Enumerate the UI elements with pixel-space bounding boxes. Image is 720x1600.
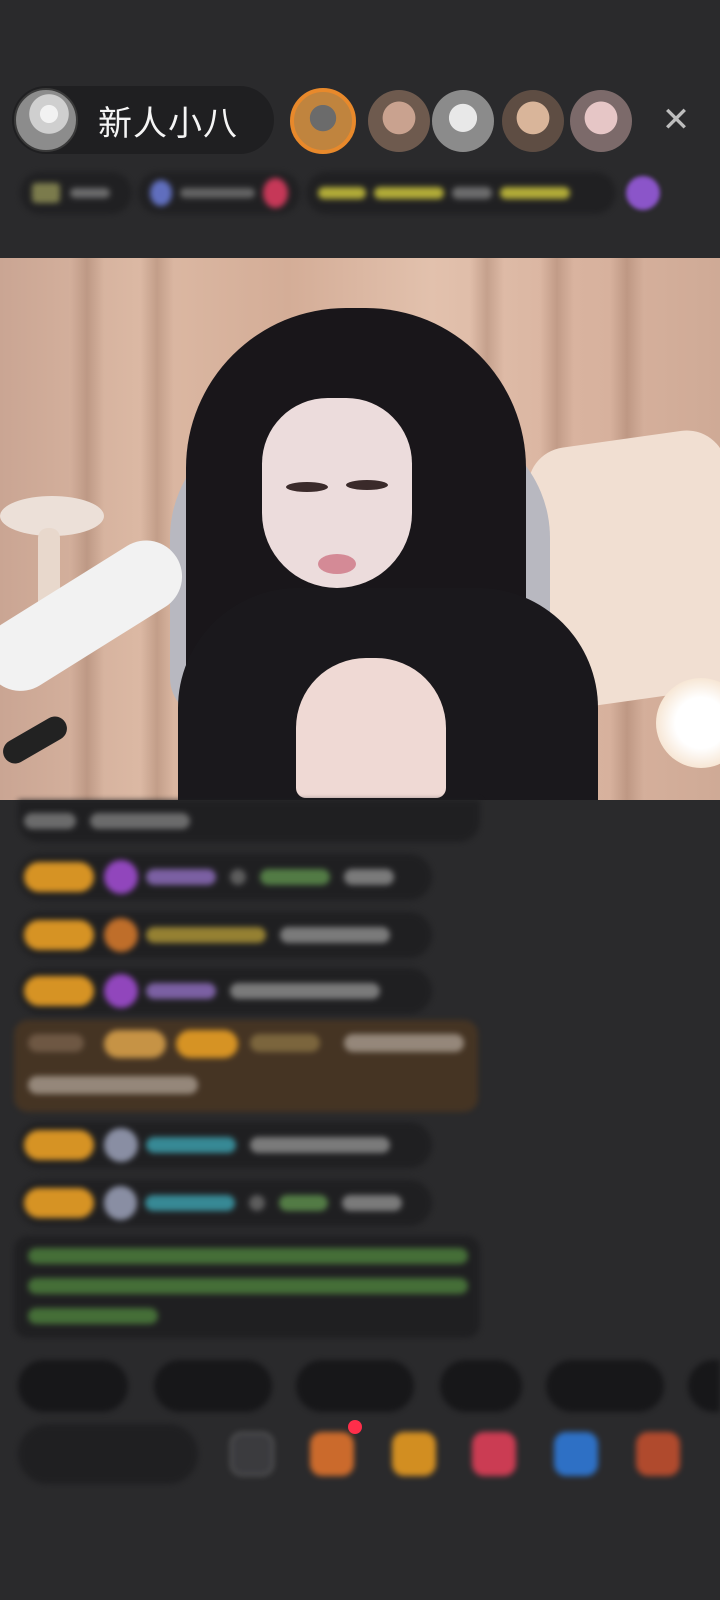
- room-info-bar: [20, 170, 688, 216]
- announcement-pill[interactable]: [306, 172, 616, 214]
- viewer-avatar-2[interactable]: [368, 90, 430, 152]
- quick-reply-tag[interactable]: [296, 1360, 414, 1412]
- gem-icon: [103, 1186, 138, 1220]
- gem-icon: [104, 918, 138, 952]
- quick-reply-tag[interactable]: [546, 1360, 664, 1412]
- emoji-icon[interactable]: [230, 1432, 274, 1476]
- level-badge: [24, 920, 94, 950]
- streamer-profile-pill[interactable]: 新人小八: [12, 86, 274, 154]
- level-badge: [24, 976, 94, 1006]
- live-video[interactable]: [0, 258, 720, 800]
- chat-message[interactable]: [18, 1122, 432, 1168]
- chat-message[interactable]: [18, 912, 432, 958]
- ranking-pill[interactable]: [20, 172, 132, 214]
- chat-message[interactable]: [18, 854, 432, 900]
- viewer-avatar-1[interactable]: [290, 88, 356, 154]
- neckline: [296, 658, 446, 798]
- mic-stand: [0, 712, 72, 768]
- system-notice-message: [14, 1236, 480, 1338]
- rank-icon: [32, 183, 60, 203]
- treasure-icon[interactable]: [392, 1432, 436, 1476]
- badge-icon: [150, 180, 172, 206]
- chat-input[interactable]: [18, 1424, 198, 1484]
- pk-icon[interactable]: [472, 1432, 516, 1476]
- chat-message[interactable]: [18, 968, 432, 1014]
- viewer-avatar-4[interactable]: [502, 90, 564, 152]
- quick-reply-tag[interactable]: [440, 1360, 522, 1412]
- eye-left: [286, 482, 328, 492]
- streamer-avatar[interactable]: [14, 88, 78, 152]
- gem-icon: [104, 974, 138, 1008]
- lips: [318, 554, 356, 574]
- viewer-avatar-5[interactable]: [570, 90, 632, 152]
- follow-icon[interactable]: [262, 178, 288, 208]
- quick-reply-tag[interactable]: [18, 1360, 128, 1412]
- chat-message[interactable]: [18, 1180, 432, 1226]
- gem-icon: [104, 860, 138, 894]
- gem-icon: [104, 1128, 138, 1162]
- eye-right: [346, 480, 388, 490]
- quick-reply-tag[interactable]: [688, 1360, 720, 1412]
- viewer-avatar-3[interactable]: [432, 90, 494, 152]
- quick-reply-tag[interactable]: [154, 1360, 272, 1412]
- notification-dot: [348, 1420, 362, 1434]
- highlight-chat-message[interactable]: [14, 1020, 478, 1112]
- close-icon[interactable]: ✕: [656, 100, 696, 140]
- level-badge: [24, 1130, 94, 1160]
- event-icon[interactable]: [626, 176, 660, 210]
- level-badge: [24, 862, 94, 892]
- fans-pill[interactable]: [138, 172, 300, 214]
- gift-box-icon[interactable]: [310, 1432, 354, 1476]
- chat-message[interactable]: [18, 800, 480, 842]
- game-icon[interactable]: [554, 1432, 598, 1476]
- streamer-name: 新人小八: [98, 103, 238, 144]
- level-badge: [24, 1188, 94, 1218]
- more-icon[interactable]: [636, 1432, 680, 1476]
